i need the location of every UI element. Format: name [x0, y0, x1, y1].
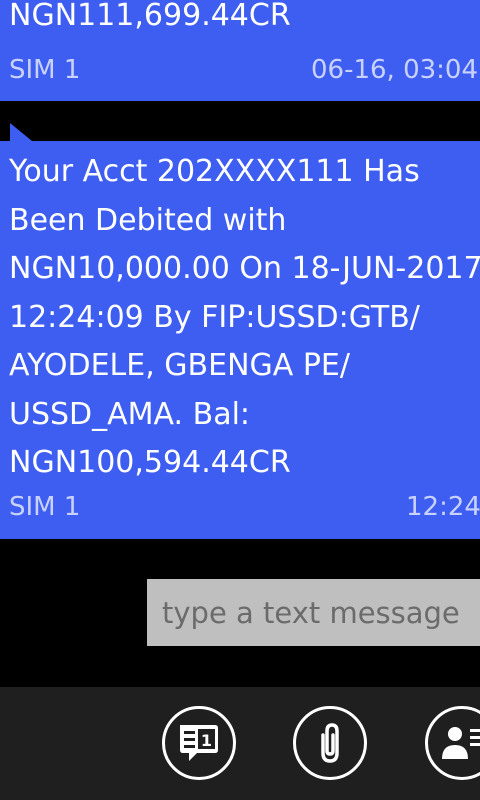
sim-number-badge: 1	[201, 731, 212, 750]
switch-sim-icon: 1	[180, 725, 218, 761]
paperclip-icon	[321, 723, 339, 763]
message-sim-label: SIM 1	[9, 492, 81, 522]
message-bubble[interactable]: Your Acct 202XXXX111 Has Been Debited wi…	[0, 141, 480, 539]
contact-card-button[interactable]	[425, 706, 480, 780]
message-compose-input[interactable]	[147, 579, 480, 646]
message-bubble-tail	[10, 123, 32, 141]
message-timestamp: 06-16, 03:04p	[311, 55, 480, 85]
message-sim-label: SIM 1	[9, 55, 81, 85]
message-text: NGN111,699.44CR	[9, 0, 291, 33]
messaging-screen: NGN111,699.44CR SIM 1 06-16, 03:04p Your…	[0, 0, 480, 800]
attach-button[interactable]	[293, 706, 367, 780]
contact-card-icon	[442, 727, 480, 759]
switch-sim-button[interactable]: 1	[162, 706, 236, 780]
app-bar: 1	[0, 687, 480, 800]
message-bubble[interactable]: NGN111,699.44CR SIM 1 06-16, 03:04p	[0, 0, 480, 101]
message-timestamp: 12:24p	[406, 492, 480, 522]
message-text: Your Acct 202XXXX111 Has Been Debited wi…	[9, 154, 480, 480]
